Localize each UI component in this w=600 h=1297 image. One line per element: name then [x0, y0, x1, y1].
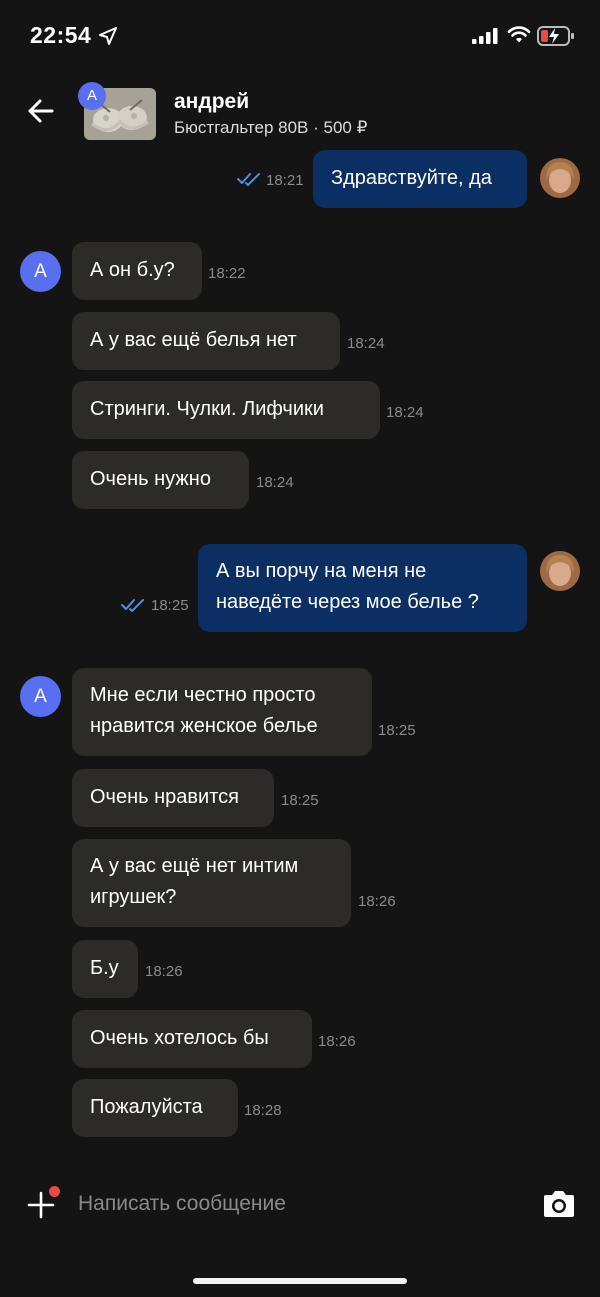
message-time: 18:22 — [208, 265, 246, 282]
message-composer: Написать сообщение — [0, 1162, 600, 1252]
listing-subtitle[interactable]: Бюстгальтер 80В · 500 ₽ — [174, 118, 367, 138]
message-bubble[interactable]: Стринги. Чулки. Лифчики — [72, 381, 380, 439]
message-time: 18:24 — [386, 404, 424, 421]
message-text: Здравствуйте, да — [331, 167, 492, 189]
message-time: 18:21 — [266, 172, 304, 189]
cellular-signal-icon — [472, 28, 498, 44]
contact-avatar[interactable]: А — [20, 676, 61, 717]
message-text: А у вас ещё белья нет — [90, 329, 297, 351]
message-text: Стринги. Чулки. Лифчики — [90, 398, 324, 420]
message-time: 18:25 — [378, 722, 416, 739]
message-time: 18:26 — [145, 963, 183, 980]
message-bubble[interactable]: А у вас ещё нет интим игрушек? — [72, 839, 351, 927]
message-bubble[interactable]: Здравствуйте, да — [313, 150, 527, 208]
message-text-line: А у вас ещё нет интим — [90, 855, 299, 877]
message-time: 18:26 — [318, 1033, 356, 1050]
message-bubble[interactable]: Очень нравится — [72, 769, 274, 827]
camera-icon[interactable] — [541, 1189, 577, 1219]
message-text-line: наведёте через мое белье ? — [216, 591, 479, 613]
home-indicator — [193, 1278, 407, 1284]
message-list: 18:21 Здравствуйте, да А А он б.у? 18:22… — [0, 150, 600, 1160]
message-text: Очень нравится — [90, 786, 239, 808]
message-time: 18:24 — [347, 335, 385, 352]
message-bubble[interactable]: Мне если честно просто нравится женское … — [72, 668, 372, 756]
message-outgoing: 18:21 Здравствуйте, да — [0, 150, 600, 210]
message-bubble[interactable]: А у вас ещё белья нет — [72, 312, 340, 370]
message-bubble[interactable]: А он б.у? — [72, 242, 202, 300]
notification-dot — [49, 1186, 60, 1197]
my-avatar — [540, 551, 580, 591]
message-text: А он б.у? — [90, 259, 175, 281]
message-bubble[interactable]: Очень хотелось бы — [72, 1010, 312, 1068]
status-bar: 22:54 — [0, 0, 600, 72]
message-bubble[interactable]: Б.у — [72, 940, 138, 998]
back-arrow-icon[interactable] — [24, 94, 58, 128]
message-text-line: Мне если честно просто — [90, 684, 316, 706]
message-text-line: игрушек? — [90, 886, 177, 908]
seller-avatar-badge: А — [78, 82, 106, 110]
message-bubble[interactable]: Очень нужно — [72, 451, 249, 509]
my-avatar — [540, 158, 580, 198]
contact-avatar[interactable]: А — [20, 251, 61, 292]
message-time: 18:26 — [358, 893, 396, 910]
message-text-line: нравится женское белье — [90, 715, 318, 737]
read-double-check-icon — [121, 599, 144, 612]
message-text: Пожалуйста — [90, 1096, 203, 1118]
message-time: 18:25 — [151, 597, 189, 614]
wifi-icon — [507, 26, 531, 43]
contact-name[interactable]: андрей — [174, 90, 249, 114]
message-text: Очень нужно — [90, 468, 211, 490]
message-input[interactable]: Написать сообщение — [78, 1192, 286, 1216]
message-time: 18:24 — [256, 474, 294, 491]
message-text: Б.у — [90, 957, 119, 979]
message-bubble[interactable]: А вы порчу на меня не наведёте через мое… — [198, 544, 527, 632]
battery-charging-icon — [537, 26, 574, 46]
read-double-check-icon — [237, 173, 260, 186]
message-bubble[interactable]: Пожалуйста — [72, 1079, 238, 1137]
message-text-line: А вы порчу на меня не — [216, 560, 427, 582]
chat-header: А андрей Бюстгальтер 80В · 500 ₽ — [0, 76, 600, 150]
location-arrow-icon — [99, 27, 117, 45]
message-text: Очень хотелось бы — [90, 1027, 269, 1049]
status-time: 22:54 — [30, 22, 92, 48]
message-time: 18:25 — [281, 792, 319, 809]
message-time: 18:28 — [244, 1102, 282, 1119]
